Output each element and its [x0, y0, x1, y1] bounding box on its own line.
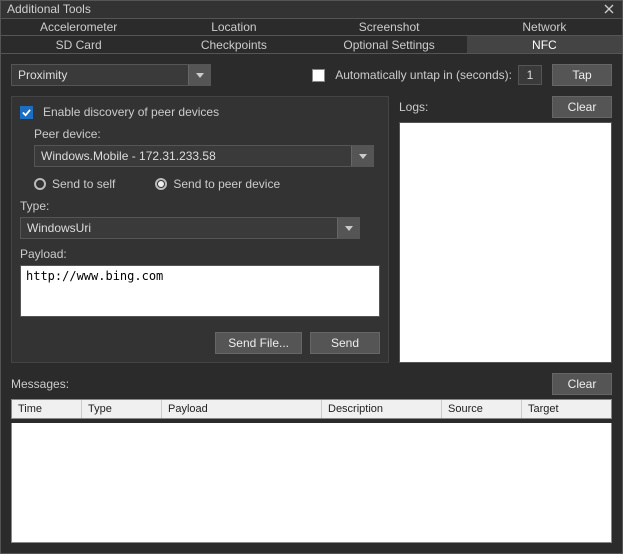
tab-screenshot[interactable]: Screenshot	[312, 19, 467, 36]
top-toolbar: Proximity Automatically untap in (second…	[1, 54, 622, 96]
tab-checkpoints[interactable]: Checkpoints	[156, 36, 311, 53]
send-mode-row: Send to self Send to peer device	[34, 177, 380, 191]
window-title: Additional Tools	[7, 2, 91, 16]
nfc-config-panel: Enable discovery of peer devices Peer de…	[11, 96, 389, 363]
logs-panel: Logs: Clear	[399, 96, 612, 363]
tap-button[interactable]: Tap	[552, 64, 612, 86]
col-source[interactable]: Source	[442, 400, 522, 418]
discovery-checkbox[interactable]	[20, 106, 33, 119]
discovery-label: Enable discovery of peer devices	[43, 105, 219, 119]
send-peer-radio[interactable]	[155, 178, 167, 190]
send-peer-label: Send to peer device	[173, 177, 280, 191]
messages-label: Messages:	[11, 377, 69, 391]
proximity-combo[interactable]: Proximity	[11, 64, 211, 86]
type-combo-btn[interactable]	[337, 218, 359, 238]
additional-tools-window: Additional Tools Accelerometer Location …	[0, 0, 623, 554]
send-buttons-row: Send File... Send	[20, 332, 380, 354]
payload-label: Payload:	[20, 247, 380, 261]
logs-clear-button[interactable]: Clear	[552, 96, 612, 118]
tab-network[interactable]: Network	[467, 19, 622, 36]
proximity-combo-text: Proximity	[12, 68, 188, 82]
tab-optional-settings[interactable]: Optional Settings	[312, 36, 467, 53]
type-combo-text: WindowsUri	[21, 221, 337, 235]
messages-section: Messages: Clear Time Type Payload Descri…	[1, 373, 622, 553]
send-file-button[interactable]: Send File...	[215, 332, 302, 354]
logs-label: Logs:	[399, 100, 428, 114]
tab-row-1: Accelerometer Location Screenshot Networ…	[1, 19, 622, 37]
tab-accelerometer[interactable]: Accelerometer	[1, 19, 156, 36]
main-row: Enable discovery of peer devices Peer de…	[1, 96, 622, 373]
col-time[interactable]: Time	[12, 400, 82, 418]
type-section: Type: WindowsUri	[20, 199, 380, 239]
type-label: Type:	[20, 199, 380, 213]
send-button[interactable]: Send	[310, 332, 380, 354]
proximity-combo-btn[interactable]	[188, 65, 210, 85]
tab-location[interactable]: Location	[156, 19, 311, 36]
col-type[interactable]: Type	[82, 400, 162, 418]
auto-untap-value[interactable]	[518, 65, 542, 85]
peer-combo-btn[interactable]	[351, 146, 373, 166]
tab-row-2: SD Card Checkpoints Optional Settings NF…	[1, 36, 622, 54]
auto-untap-label: Automatically untap in (seconds):	[335, 68, 512, 82]
peer-combo[interactable]: Windows.Mobile - 172.31.233.58	[34, 145, 374, 167]
messages-header: Messages: Clear	[11, 373, 612, 395]
col-payload[interactable]: Payload	[162, 400, 322, 418]
messages-table-header: Time Type Payload Description Source Tar…	[11, 399, 612, 419]
col-description[interactable]: Description	[322, 400, 442, 418]
type-combo[interactable]: WindowsUri	[20, 217, 360, 239]
discovery-row: Enable discovery of peer devices	[20, 105, 380, 119]
peer-combo-text: Windows.Mobile - 172.31.233.58	[35, 149, 351, 163]
col-target[interactable]: Target	[522, 400, 611, 418]
tab-nfc[interactable]: NFC	[467, 36, 622, 53]
send-self-radio[interactable]	[34, 178, 46, 190]
close-icon[interactable]	[602, 2, 616, 16]
chevron-down-icon	[196, 73, 204, 78]
payload-input[interactable]	[20, 265, 380, 317]
messages-table-body[interactable]	[11, 423, 612, 543]
peer-section: Peer device: Windows.Mobile - 172.31.233…	[34, 127, 380, 191]
logs-box[interactable]	[399, 122, 612, 363]
send-self-label: Send to self	[52, 177, 115, 191]
chevron-down-icon	[359, 154, 367, 159]
logs-header: Logs: Clear	[399, 96, 612, 118]
chevron-down-icon	[345, 226, 353, 231]
messages-clear-button[interactable]: Clear	[552, 373, 612, 395]
auto-untap-group: Automatically untap in (seconds):	[312, 65, 542, 85]
peer-label: Peer device:	[34, 127, 380, 141]
titlebar: Additional Tools	[1, 1, 622, 19]
auto-untap-checkbox[interactable]	[312, 69, 325, 82]
tab-sd-card[interactable]: SD Card	[1, 36, 156, 53]
payload-section: Payload:	[20, 247, 380, 320]
